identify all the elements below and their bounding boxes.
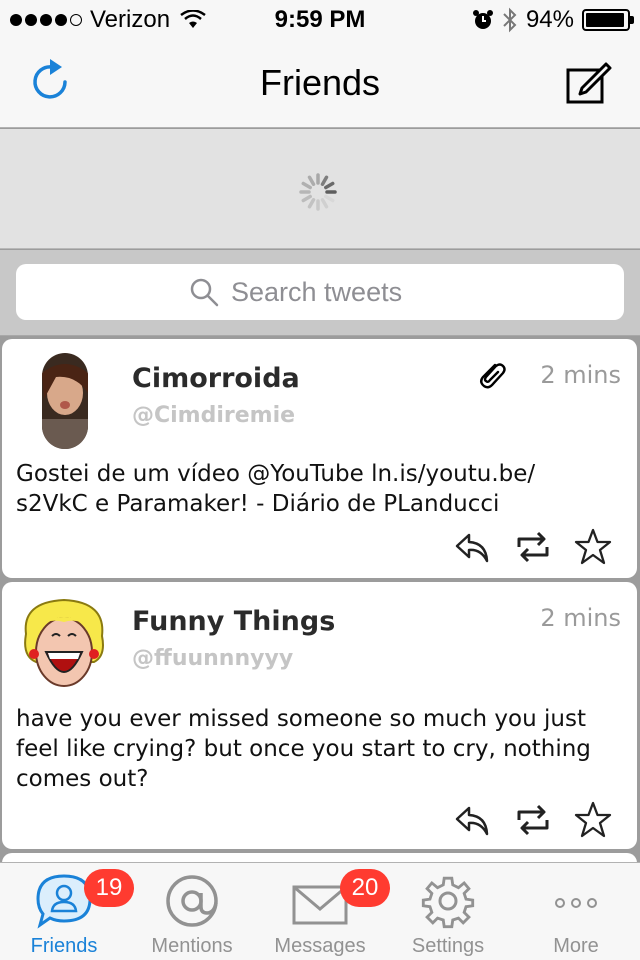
tweet-author-name[interactable]: Cimorroida [132, 363, 300, 394]
retweet-icon[interactable] [513, 800, 553, 840]
status-right: 94% [472, 6, 634, 34]
tweet-text-line: comes out? [16, 766, 149, 792]
search-input[interactable] [231, 276, 451, 308]
tweet-author-handle: @ffuunnnyyy [132, 646, 294, 671]
bluetooth-icon [503, 7, 517, 33]
page-title: Friends [259, 62, 381, 103]
tweet-author-handle: @Cimdiremie [132, 403, 296, 428]
search-bar [0, 250, 640, 336]
tweet-text-line: feel like crying? but once you start to … [16, 736, 591, 762]
tweet-text-line: Gostei de um vídeo @YouTube ln.is/youtu.… [16, 461, 536, 487]
tweet-actions [453, 527, 613, 567]
messages-badge: 20 [340, 869, 390, 907]
paperclip-icon [480, 363, 506, 389]
tweet-cell[interactable]: Funny Things @ffuunnnyyy 2 mins have you… [2, 582, 637, 849]
tweet-actions [453, 800, 613, 840]
tab-label: Friends [30, 935, 98, 957]
tweet-timestamp: 2 mins [540, 604, 621, 632]
favorite-star-icon[interactable] [573, 527, 613, 567]
navigation-bar: Friends [0, 40, 640, 128]
tab-more[interactable]: More [512, 863, 640, 960]
search-field[interactable] [16, 264, 624, 320]
gear-icon [421, 876, 475, 929]
tab-friends[interactable]: 19 Friends [0, 863, 134, 960]
at-icon [166, 875, 218, 927]
tab-settings[interactable]: Settings [384, 863, 512, 960]
tweet-timestamp: 2 mins [540, 361, 621, 389]
avatar[interactable] [16, 353, 112, 449]
battery-icon [582, 9, 634, 31]
reply-icon[interactable] [453, 800, 493, 840]
avatar[interactable] [16, 596, 112, 692]
tab-label: More [553, 935, 599, 957]
tab-label: Messages [274, 935, 366, 957]
tab-mentions[interactable]: Mentions [128, 863, 256, 960]
status-bar: Verizon 9:59 PM 94% [0, 0, 640, 40]
friends-badge: 19 [84, 869, 134, 907]
tweet-cell[interactable]: Cimorroida @Cimdiremie 2 mins Gostei de … [2, 339, 637, 578]
tab-bar: 19 Friends Mentions 20 Messages Settings [0, 862, 640, 960]
alarm-icon [472, 10, 493, 29]
tweet-author-name[interactable]: Funny Things [132, 606, 335, 637]
tweet-text-line: have you ever missed someone so much you… [16, 706, 586, 732]
compose-icon[interactable] [564, 58, 612, 106]
battery-percent: 94% [525, 6, 574, 33]
tab-label: Settings [411, 935, 485, 957]
tweet-text-line: s2VkC e Paramaker! - Diário de PLanducci [16, 491, 500, 517]
tweet-text[interactable]: have you ever missed someone so much you… [16, 704, 616, 794]
tab-label: Mentions [151, 935, 233, 957]
search-icon [190, 278, 219, 307]
more-dots-icon [555, 898, 597, 908]
tab-messages[interactable]: 20 Messages [256, 863, 390, 960]
battery-level-fill [586, 13, 624, 27]
loading-spinner-icon [299, 173, 337, 211]
reply-icon[interactable] [453, 527, 493, 567]
retweet-icon[interactable] [513, 527, 553, 567]
favorite-star-icon[interactable] [573, 800, 613, 840]
tweet-text[interactable]: Gostei de um vídeo @YouTube ln.is/youtu.… [16, 459, 616, 519]
